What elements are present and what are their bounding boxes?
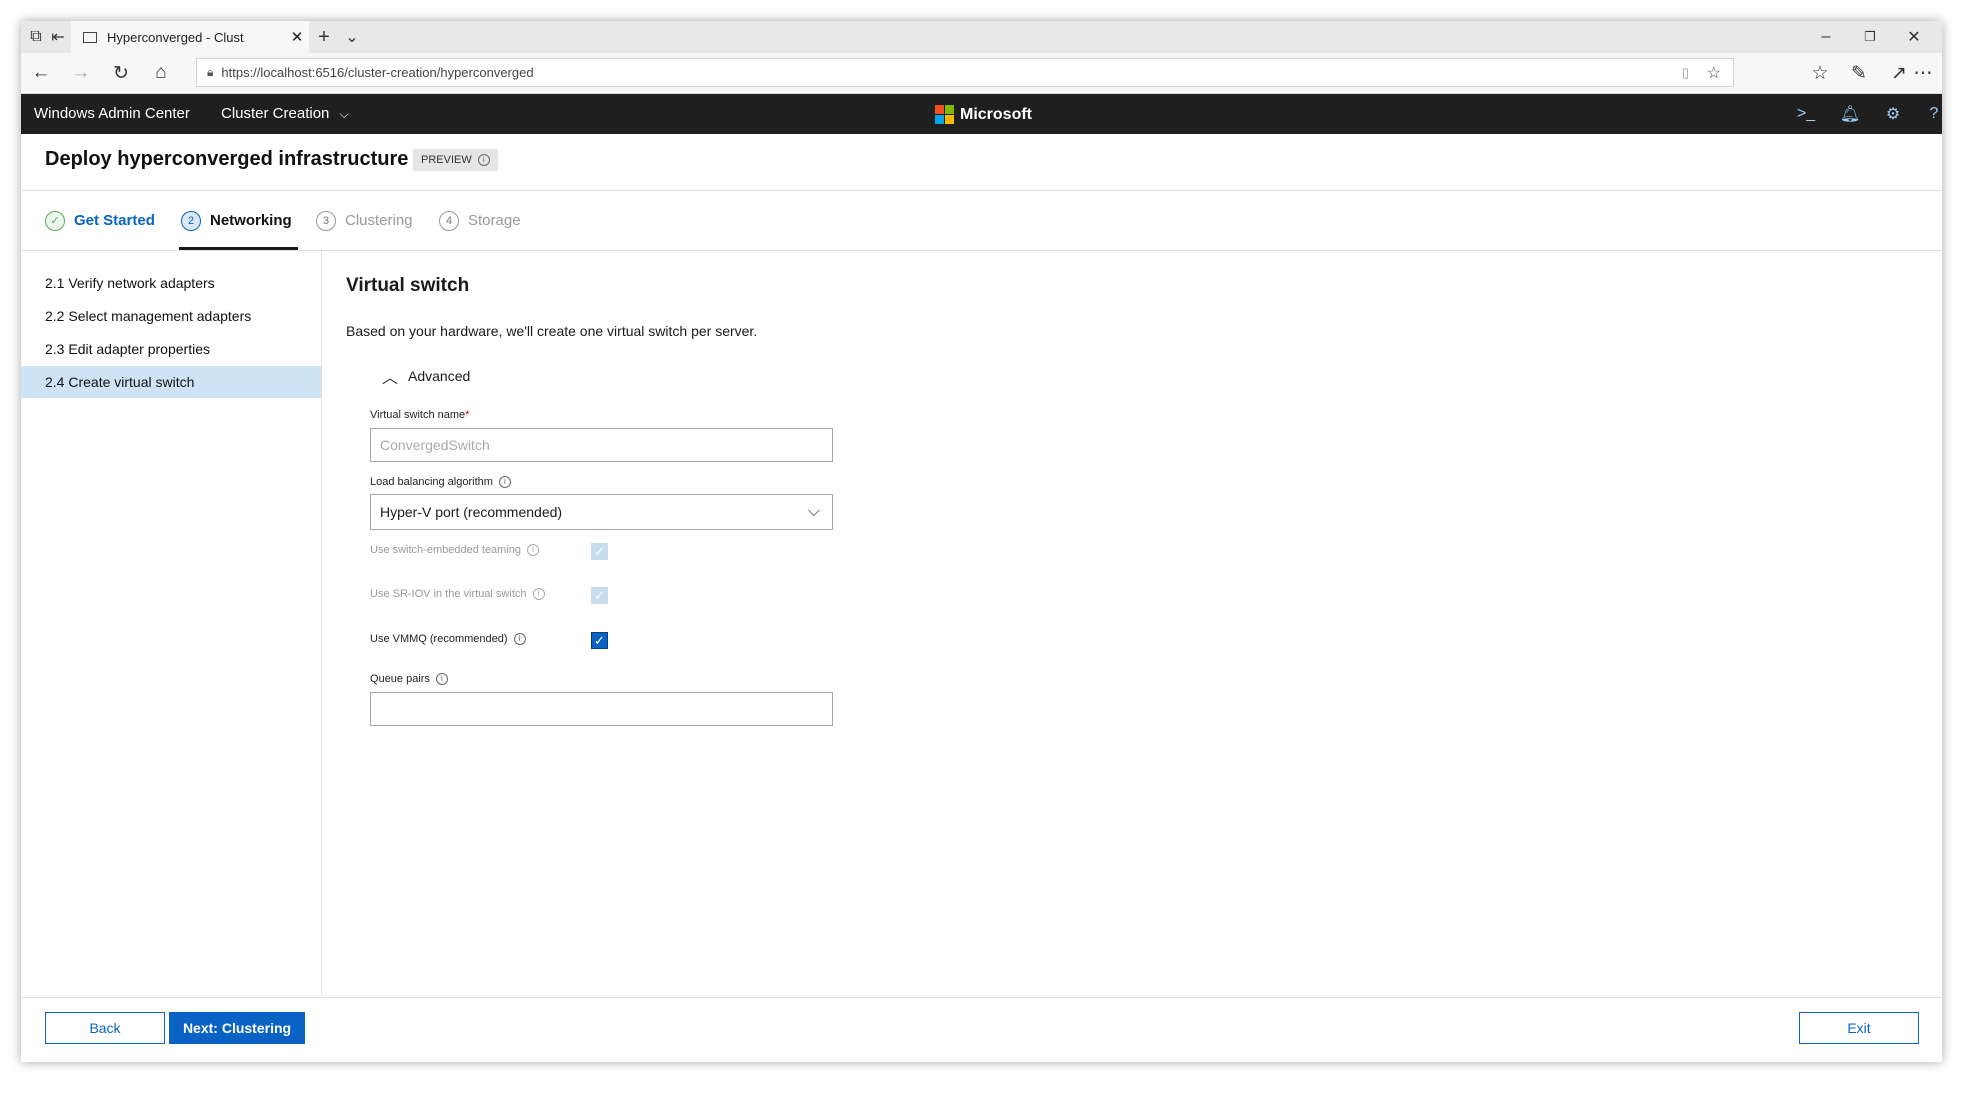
queue-pairs-label-text: Queue pairs [370, 673, 430, 685]
reading-view-icon[interactable]: ▯ [1682, 65, 1689, 81]
tab-strip: ⧉ ⇤ Hyperconverged - Clust ✕ + ⌄ – ❐ ✕ [21, 21, 1942, 53]
step-storage[interactable]: 4 Storage [439, 191, 521, 250]
browser-window: ⧉ ⇤ Hyperconverged - Clust ✕ + ⌄ – ❐ ✕ ←… [21, 21, 1942, 1062]
queue-pairs-label: Queue pairs i [370, 673, 448, 686]
sriov-label-text: Use SR-IOV in the virtual switch [370, 588, 527, 600]
step-label: Clustering [345, 212, 413, 229]
step-label: Storage [468, 212, 521, 229]
info-icon[interactable]: i [513, 633, 526, 646]
close-window-icon[interactable]: ✕ [1899, 21, 1929, 53]
preview-badge[interactable]: PREVIEW i [413, 149, 498, 171]
lb-label-text: Load balancing algorithm [370, 476, 493, 488]
step-get-started[interactable]: ✓ Get Started [45, 191, 155, 250]
chevron-down-icon[interactable]: ⌄ [339, 21, 365, 53]
set-tabs-aside-icon[interactable]: ⇤ [47, 21, 69, 53]
step-clustering[interactable]: 3 Clustering [316, 191, 413, 250]
help-icon[interactable]: ? [1919, 94, 1942, 134]
exit-button[interactable]: Exit [1799, 1012, 1919, 1044]
preview-label: PREVIEW [421, 154, 472, 166]
home-icon[interactable]: ⌂ [141, 53, 181, 93]
vmmq-checkbox[interactable]: ✓ [591, 632, 608, 649]
step-networking[interactable]: 2 Networking [181, 191, 292, 250]
url-text: https://localhost:6516/cluster-creation/… [221, 65, 534, 80]
microsoft-logo: Microsoft [935, 105, 1032, 124]
step-number: 3 [316, 210, 336, 231]
switch-name-label: Virtual switch name* [370, 409, 469, 421]
powershell-icon[interactable]: >_ [1791, 94, 1821, 134]
page-header: Deploy hyperconverged infrastructure PRE… [21, 134, 1942, 191]
sidebar-item-select-mgmt-adapters[interactable]: 2.2 Select management adapters [21, 300, 321, 332]
wizard-footer: Back Next: Clustering Exit [21, 997, 1942, 1062]
app-header: Windows Admin Center Cluster Creation ⌵ … [21, 94, 1942, 134]
queue-pairs-input[interactable] [370, 692, 833, 726]
step-label: Networking [210, 212, 292, 229]
favorite-star-icon[interactable]: ☆ [1707, 63, 1721, 83]
lb-selected-value: Hyper-V port (recommended) [380, 504, 563, 520]
step-label: Get Started [74, 212, 155, 229]
address-bar[interactable]: 🔒︎ https://localhost:6516/cluster-creati… [196, 58, 1734, 87]
required-marker: * [465, 409, 470, 421]
checkmark-icon: ✓ [45, 210, 65, 231]
minimize-icon[interactable]: – [1811, 21, 1841, 53]
info-icon[interactable]: i [498, 476, 511, 489]
vmmq-label: Use VMMQ (recommended) i [370, 633, 526, 646]
chevron-down-icon: ⌵ [339, 107, 349, 121]
switch-name-input[interactable]: ConvergedSwitch [370, 428, 833, 462]
step-number: 2 [181, 210, 201, 231]
vmmq-label-text: Use VMMQ (recommended) [370, 633, 508, 645]
refresh-icon[interactable]: ↻ [101, 53, 141, 93]
wizard-steps: ✓ Get Started 2 Networking 3 Clustering … [21, 191, 1942, 251]
advanced-label: Advanced [408, 368, 471, 384]
context-selector[interactable]: Cluster Creation ⌵ [221, 94, 349, 134]
sriov-label: Use SR-IOV in the virtual switch i [370, 588, 545, 601]
pen-icon[interactable]: ✎ [1839, 53, 1879, 93]
lb-algorithm-label: Load balancing algorithm i [370, 476, 511, 489]
switch-name-label-text: Virtual switch name [370, 409, 466, 421]
new-tab-icon[interactable]: + [311, 21, 337, 53]
step-number: 4 [439, 210, 459, 231]
section-description: Based on your hardware, we'll create one… [346, 323, 758, 339]
notifications-icon[interactable]: 🔔︎ [1835, 94, 1865, 134]
main-content: Virtual switch Based on your hardware, w… [322, 251, 1942, 996]
back-arrow-icon[interactable]: ← [21, 53, 61, 93]
info-icon: i [477, 154, 490, 167]
sidebar-item-verify-adapters[interactable]: 2.1 Verify network adapters [21, 267, 321, 299]
active-step-indicator [179, 247, 298, 250]
close-tab-icon[interactable]: ✕ [285, 28, 309, 46]
advanced-toggle[interactable]: ︿ Advanced [382, 364, 470, 388]
page-title: Deploy hyperconverged infrastructure [45, 148, 409, 170]
more-icon[interactable]: ⋯ [1903, 53, 1942, 93]
set-label-text: Use switch-embedded teaming [370, 544, 522, 556]
set-label: Use switch-embedded teaming i [370, 544, 540, 557]
sidebar-item-edit-adapter-props[interactable]: 2.3 Edit adapter properties [21, 333, 321, 365]
app-brand[interactable]: Windows Admin Center [34, 94, 190, 134]
company-name: Microsoft [960, 105, 1032, 123]
gear-icon[interactable]: ⚙ [1878, 94, 1908, 134]
tab-title: Hyperconverged - Clust [107, 29, 244, 45]
restore-icon[interactable]: ❐ [1855, 21, 1885, 53]
favorites-icon[interactable]: ☆ [1800, 53, 1840, 93]
info-icon[interactable]: i [527, 544, 540, 557]
sidebar-item-create-virtual-switch[interactable]: 2.4 Create virtual switch [21, 366, 321, 398]
section-heading: Virtual switch [346, 275, 470, 296]
back-button[interactable]: Back [45, 1012, 165, 1044]
forward-arrow-icon[interactable]: → [61, 53, 101, 93]
chevron-up-icon: ︿ [382, 370, 399, 387]
lb-algorithm-select[interactable]: Hyper-V port (recommended) ⌵ [370, 494, 833, 530]
tab-actions-icon[interactable]: ⧉ [25, 21, 47, 53]
substep-sidebar: 2.1 Verify network adapters 2.2 Select m… [21, 251, 322, 996]
info-icon[interactable]: i [435, 673, 448, 686]
microsoft-logo-icon [935, 105, 954, 124]
page-icon [83, 31, 97, 43]
next-clustering-button[interactable]: Next: Clustering [169, 1012, 305, 1044]
set-checkbox[interactable]: ✓ [591, 543, 608, 560]
browser-nav-bar: ← → ↻ ⌂ 🔒︎ https://localhost:6516/cluste… [21, 53, 1942, 94]
context-label: Cluster Creation [221, 105, 330, 122]
info-icon[interactable]: i [532, 588, 545, 601]
sriov-checkbox[interactable]: ✓ [591, 587, 608, 604]
lock-icon: 🔒︎ [207, 65, 214, 79]
browser-tab[interactable]: Hyperconverged - Clust ✕ [71, 21, 309, 53]
chevron-down-icon: ⌵ [807, 503, 820, 520]
